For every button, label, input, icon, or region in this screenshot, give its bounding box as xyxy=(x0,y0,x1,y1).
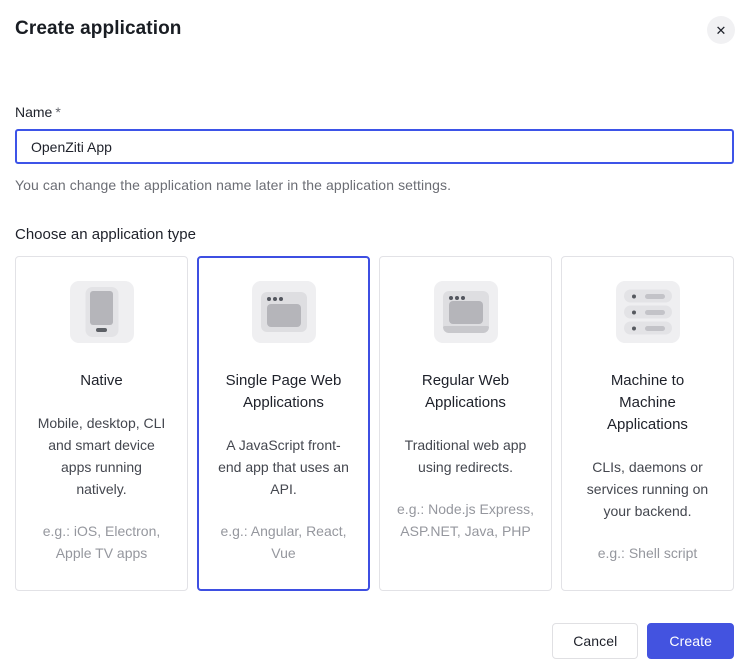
card-title: Single Page Web Applications xyxy=(225,370,343,414)
required-asterisk: * xyxy=(55,104,60,120)
application-type-grid: Native Mobile, desktop, CLI and smart de… xyxy=(15,256,734,591)
browser-dots xyxy=(267,297,283,301)
browser-content xyxy=(267,304,301,327)
application-type-section-label: Choose an application type xyxy=(15,226,734,243)
create-button[interactable]: Create xyxy=(647,623,734,659)
phone-home-button xyxy=(96,328,107,332)
card-title: Regular Web Applications xyxy=(407,370,525,414)
browser-window-icon xyxy=(261,292,307,332)
card-examples: e.g.: Node.js Express, ASP.NET, Java, PH… xyxy=(397,498,535,542)
browser-window-footer-icon xyxy=(443,291,489,333)
card-description: Mobile, desktop, CLI and smart device ap… xyxy=(35,412,169,500)
server-list-icon xyxy=(624,290,672,335)
name-field-label: Name* xyxy=(15,104,734,120)
icon-tile xyxy=(252,281,316,343)
close-button[interactable]: ✕ xyxy=(707,16,735,44)
name-input[interactable] xyxy=(15,129,734,164)
card-examples: e.g.: Angular, React, Vue xyxy=(215,520,353,564)
dialog-footer: Cancel Create xyxy=(15,623,734,659)
browser-content xyxy=(449,301,483,324)
application-type-card-native[interactable]: Native Mobile, desktop, CLI and smart de… xyxy=(15,256,188,591)
dialog-header: Create application ✕ xyxy=(15,18,734,44)
icon-tile xyxy=(434,281,498,343)
card-examples: e.g.: Shell script xyxy=(579,542,717,564)
icon-tile xyxy=(616,281,680,343)
cancel-button[interactable]: Cancel xyxy=(552,623,638,659)
dialog-title: Create application xyxy=(15,18,182,40)
close-icon: ✕ xyxy=(716,24,727,37)
application-type-card-spa[interactable]: Single Page Web Applications A JavaScrip… xyxy=(197,256,370,591)
browser-footer-bar xyxy=(443,326,489,333)
phone-screen xyxy=(90,291,113,325)
create-application-dialog: Create application ✕ Name* You can chang… xyxy=(0,0,749,670)
card-title: Machine to Machine Applications xyxy=(589,370,707,436)
card-description: CLIs, daemons or services running on you… xyxy=(581,456,715,522)
icon-tile xyxy=(70,281,134,343)
card-description: Traditional web app using redirects. xyxy=(399,434,533,478)
name-label-text: Name xyxy=(15,104,52,120)
card-description: A JavaScript front-end app that uses an … xyxy=(217,434,351,500)
browser-dots xyxy=(449,296,465,300)
application-type-card-regular-web[interactable]: Regular Web Applications Traditional web… xyxy=(379,256,552,591)
application-type-card-m2m[interactable]: Machine to Machine Applications CLIs, da… xyxy=(561,256,734,591)
card-title: Native xyxy=(43,370,161,392)
card-examples: e.g.: iOS, Electron, Apple TV apps xyxy=(33,520,171,564)
phone-icon xyxy=(85,287,118,337)
name-helper-text: You can change the application name late… xyxy=(15,177,734,193)
